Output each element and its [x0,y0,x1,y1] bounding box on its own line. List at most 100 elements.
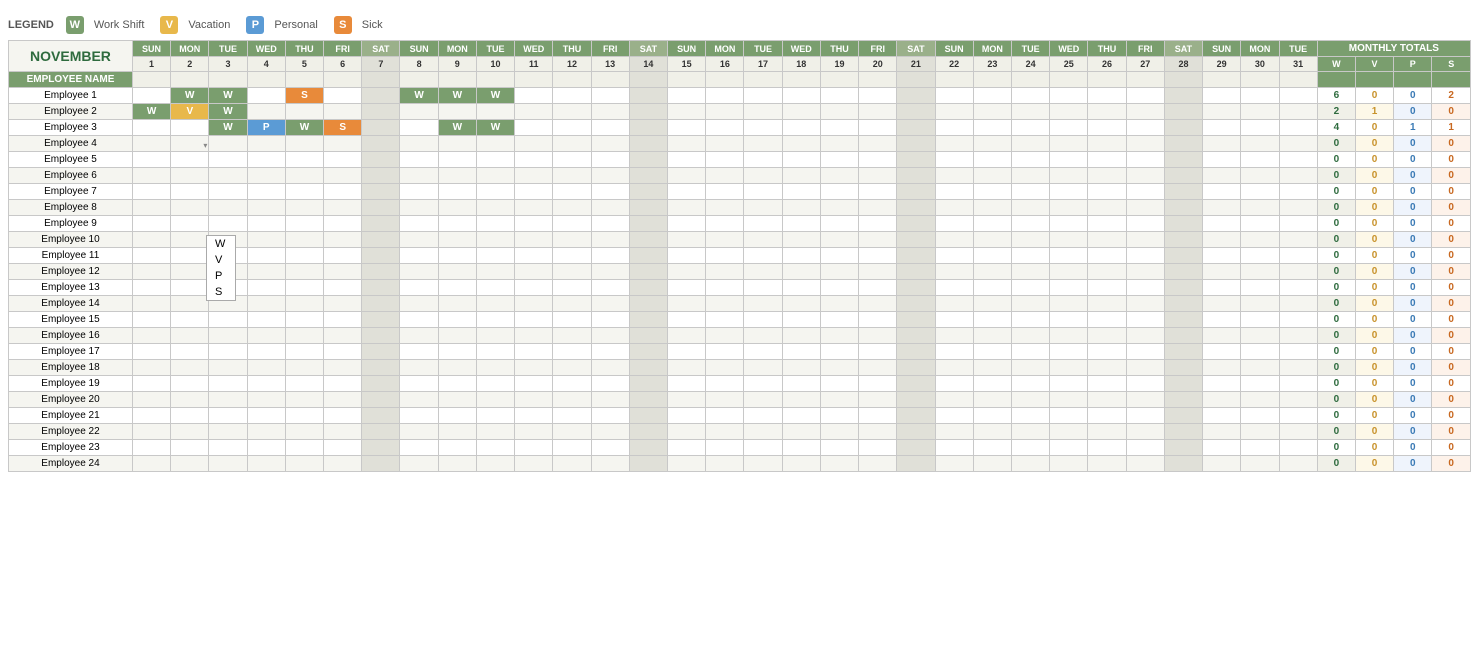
cell-emp21-day17[interactable] [744,408,782,424]
cell-emp16-day29[interactable] [1203,328,1241,344]
cell-emp7-day6[interactable] [324,184,362,200]
cell-emp1-day5[interactable]: S [285,88,323,104]
cell-emp21-day16[interactable] [706,408,744,424]
cell-emp8-day25[interactable] [1050,200,1088,216]
cell-emp15-day6[interactable] [324,312,362,328]
cell-emp23-day10[interactable] [476,440,514,456]
cell-dropdown[interactable]: W V P S [206,235,236,301]
cell-emp12-day17[interactable] [744,264,782,280]
cell-emp12-day5[interactable] [285,264,323,280]
cell-emp7-day21[interactable] [897,184,935,200]
cell-emp7-day13[interactable] [591,184,629,200]
cell-emp14-day31[interactable] [1279,296,1317,312]
cell-emp19-day8[interactable] [400,376,438,392]
cell-emp11-day27[interactable] [1126,248,1164,264]
cell-emp21-day28[interactable] [1164,408,1202,424]
cell-emp19-day19[interactable] [820,376,858,392]
cell-emp6-day5[interactable] [285,168,323,184]
cell-emp20-day29[interactable] [1203,392,1241,408]
cell-emp15-day27[interactable] [1126,312,1164,328]
cell-emp15-day26[interactable] [1088,312,1126,328]
cell-emp6-day9[interactable] [438,168,476,184]
cell-emp9-day1[interactable] [132,216,170,232]
cell-emp9-day26[interactable] [1088,216,1126,232]
cell-emp23-day28[interactable] [1164,440,1202,456]
cell-emp22-day23[interactable] [973,424,1011,440]
cell-emp18-day27[interactable] [1126,360,1164,376]
cell-emp20-day18[interactable] [782,392,820,408]
cell-emp3-day7[interactable] [362,120,400,136]
cell-emp12-day6[interactable] [324,264,362,280]
cell-emp13-day5[interactable] [285,280,323,296]
cell-emp1-day10[interactable]: W [476,88,514,104]
cell-emp10-day23[interactable] [973,232,1011,248]
cell-emp9-day20[interactable] [859,216,897,232]
cell-emp5-day26[interactable] [1088,152,1126,168]
cell-emp14-day11[interactable] [515,296,553,312]
cell-emp18-day16[interactable] [706,360,744,376]
cell-emp4-day7[interactable] [362,136,400,152]
cell-emp18-day5[interactable] [285,360,323,376]
cell-emp12-day28[interactable] [1164,264,1202,280]
cell-emp18-day31[interactable] [1279,360,1317,376]
cell-emp8-day14[interactable] [629,200,667,216]
cell-emp13-day16[interactable] [706,280,744,296]
cell-emp6-day26[interactable] [1088,168,1126,184]
cell-emp21-day27[interactable] [1126,408,1164,424]
cell-emp16-day6[interactable] [324,328,362,344]
cell-emp16-day14[interactable] [629,328,667,344]
cell-emp9-day29[interactable] [1203,216,1241,232]
cell-emp5-day20[interactable] [859,152,897,168]
cell-emp9-day25[interactable] [1050,216,1088,232]
cell-emp5-day10[interactable] [476,152,514,168]
cell-emp12-day19[interactable] [820,264,858,280]
cell-emp22-day16[interactable] [706,424,744,440]
cell-emp20-day24[interactable] [1011,392,1049,408]
cell-emp4-day9[interactable] [438,136,476,152]
cell-emp24-day2[interactable] [171,456,209,472]
cell-emp12-day11[interactable] [515,264,553,280]
cell-emp21-day23[interactable] [973,408,1011,424]
cell-emp23-day12[interactable] [553,440,591,456]
cell-emp14-day9[interactable] [438,296,476,312]
cell-emp12-day13[interactable] [591,264,629,280]
cell-emp8-day16[interactable] [706,200,744,216]
cell-emp9-day6[interactable] [324,216,362,232]
cell-emp18-day2[interactable] [171,360,209,376]
cell-emp16-day1[interactable] [132,328,170,344]
cell-emp11-day25[interactable] [1050,248,1088,264]
cell-emp13-day12[interactable] [553,280,591,296]
cell-emp14-day16[interactable] [706,296,744,312]
cell-emp8-day20[interactable] [859,200,897,216]
cell-emp17-day20[interactable] [859,344,897,360]
cell-emp7-day5[interactable] [285,184,323,200]
cell-emp5-day4[interactable] [247,152,285,168]
cell-emp8-day21[interactable] [897,200,935,216]
cell-emp1-day15[interactable] [668,88,706,104]
cell-emp15-day9[interactable] [438,312,476,328]
cell-emp13-day17[interactable] [744,280,782,296]
cell-emp23-day23[interactable] [973,440,1011,456]
cell-emp18-day1[interactable] [132,360,170,376]
cell-emp21-day7[interactable] [362,408,400,424]
cell-emp1-day1[interactable] [132,88,170,104]
cell-emp15-day8[interactable] [400,312,438,328]
cell-emp2-day22[interactable] [935,104,973,120]
cell-emp23-day30[interactable] [1241,440,1279,456]
cell-emp21-day4[interactable] [247,408,285,424]
cell-emp13-day30[interactable] [1241,280,1279,296]
cell-emp16-day26[interactable] [1088,328,1126,344]
cell-emp14-day30[interactable] [1241,296,1279,312]
cell-emp2-day29[interactable] [1203,104,1241,120]
cell-emp3-day26[interactable] [1088,120,1126,136]
cell-emp1-day8[interactable]: W [400,88,438,104]
cell-emp19-day21[interactable] [897,376,935,392]
cell-emp4-day1[interactable] [132,136,170,152]
cell-emp10-day20[interactable] [859,232,897,248]
cell-emp24-day22[interactable] [935,456,973,472]
cell-emp20-day27[interactable] [1126,392,1164,408]
cell-emp22-day29[interactable] [1203,424,1241,440]
cell-emp4-day4[interactable] [247,136,285,152]
cell-emp5-day22[interactable] [935,152,973,168]
cell-emp13-day27[interactable] [1126,280,1164,296]
